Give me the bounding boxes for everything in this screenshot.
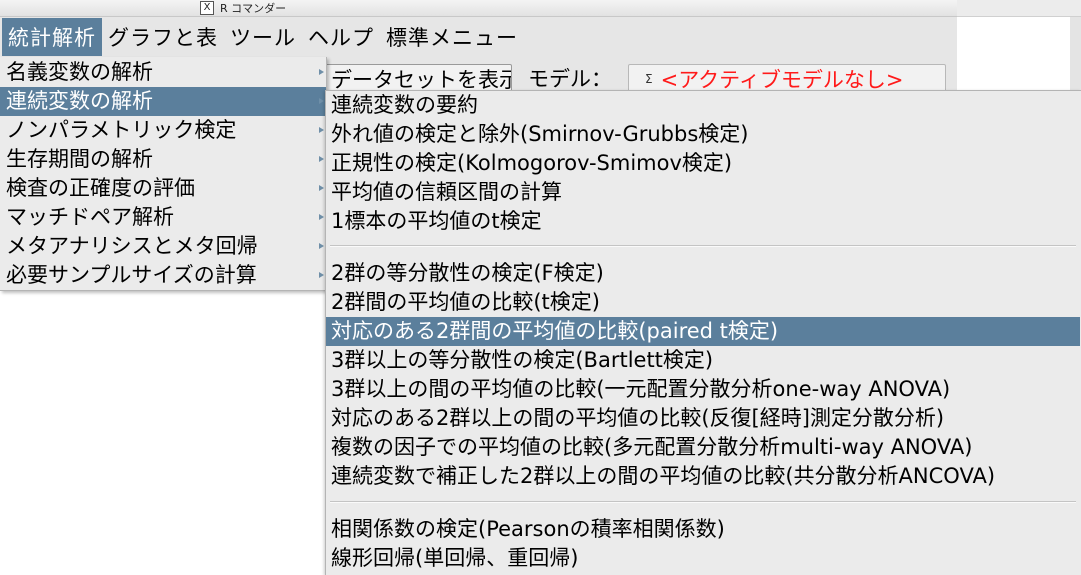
menu-tools[interactable]: ツール	[224, 18, 302, 56]
x-window-icon: X	[200, 1, 214, 15]
menu-item-label: 生存期間の解析	[6, 147, 153, 171]
submenu-item-one-way-anova[interactable]: 3群以上の間の平均値の比較(一元配置分散分析one-way ANOVA)	[326, 375, 1080, 404]
menu-help[interactable]: ヘルプ	[302, 18, 380, 56]
menu-item-label: ノンパラメトリック検定	[6, 118, 237, 142]
menu-item-label: 必要サンプルサイズの計算	[6, 263, 257, 287]
submenu-arrow-icon	[319, 185, 324, 191]
menu-item-sample-size[interactable]: 必要サンプルサイズの計算	[0, 261, 326, 290]
submenu-item-linear-regression[interactable]: 線形回帰(単回帰、重回帰)	[326, 544, 1080, 573]
menu-item-meta-analysis[interactable]: メタアナリシスとメタ回帰	[0, 232, 326, 261]
menu-statistics[interactable]: 統計解析	[2, 18, 102, 56]
submenu-item-f-test[interactable]: 2群の等分散性の検定(F検定)	[326, 259, 1080, 288]
menu-item-continuous-variables[interactable]: 連続変数の解析	[0, 87, 326, 116]
submenu-arrow-icon	[319, 214, 324, 220]
menu-item-matched-pair[interactable]: マッチドペア解析	[0, 203, 326, 232]
menu-item-label: メタアナリシスとメタ回帰	[6, 234, 258, 258]
submenu-arrow-icon	[319, 156, 324, 162]
menu-item-diagnostic-accuracy[interactable]: 検査の正確度の評価	[0, 174, 326, 203]
menu-standard[interactable]: 標準メニュー	[380, 18, 524, 56]
submenu-arrow-icon	[319, 98, 324, 104]
submenu-item-t-test[interactable]: 2群間の平均値の比較(t検定)	[326, 288, 1080, 317]
menu-separator	[330, 501, 1076, 503]
title-wrap: X R コマンダー	[200, 0, 286, 16]
submenu-item-bartlett-test[interactable]: 3群以上の等分散性の検定(Bartlett検定)	[326, 346, 1080, 375]
submenu-item-normality-test[interactable]: 正規性の検定(Kolmogorov-Smimov検定)	[326, 149, 1080, 178]
r-commander-window: X R コマンダー 統計解析 グラフと表 ツール ヘルプ 標準メニュー データセ…	[0, 0, 1081, 575]
submenu-item-paired-t-test[interactable]: 対応のある2群間の平均値の比較(paired t検定)	[326, 317, 1080, 346]
window-title: R コマンダー	[220, 2, 287, 15]
submenu-item-outlier-test[interactable]: 外れ値の検定と除外(Smirnov-Grubbs検定)	[326, 120, 1080, 149]
submenu-item-pearson-correlation[interactable]: 相関係数の検定(Pearsonの積率相関係数)	[326, 515, 1080, 544]
submenu-item-summary[interactable]: 連続変数の要約	[326, 91, 1080, 120]
submenu-item-one-sample-t[interactable]: 1標本の平均値のt検定	[326, 207, 1080, 236]
submenu-arrow-icon	[319, 243, 324, 249]
menu-graphs-tables[interactable]: グラフと表	[102, 18, 224, 56]
menu-item-nonparametric[interactable]: ノンパラメトリック検定	[0, 116, 326, 145]
submenu-arrow-icon	[319, 127, 324, 133]
background-window-strip	[957, 0, 1081, 17]
menu-bar: 統計解析 グラフと表 ツール ヘルプ 標準メニュー	[0, 17, 957, 57]
sigma-icon: Σ	[645, 72, 653, 86]
submenu-item-ancova[interactable]: 連続変数で補正した2群以上の間の平均値の比較(共分散分析ANCOVA)	[326, 462, 1080, 491]
submenu-arrow-icon	[319, 272, 324, 278]
submenu-item-repeated-measures[interactable]: 対応のある2群以上の間の平均値の比較(反復[経時]測定分散分析)	[326, 404, 1080, 433]
menu-item-label: マッチドペア解析	[6, 205, 174, 229]
submenu-item-confidence-interval[interactable]: 平均値の信頼区間の計算	[326, 178, 1080, 207]
menu-item-survival[interactable]: 生存期間の解析	[0, 145, 326, 174]
continuous-variables-submenu: 連続変数の要約 外れ値の検定と除外(Smirnov-Grubbs検定) 正規性の…	[325, 90, 1081, 575]
submenu-item-multi-way-anova[interactable]: 複数の因子での平均値の比較(多元配置分散分析multi-way ANOVA)	[326, 433, 1080, 462]
submenu-arrow-icon	[319, 69, 324, 75]
menu-item-label: 連続変数の解析	[6, 89, 153, 113]
title-bar: X R コマンダー	[0, 0, 957, 17]
menu-item-nominal-variables[interactable]: 名義変数の解析	[0, 58, 326, 87]
statistics-menu: 名義変数の解析 連続変数の解析 ノンパラメトリック検定 生存期間の解析 検査の正…	[0, 57, 327, 291]
menu-item-label: 名義変数の解析	[6, 60, 153, 84]
menu-separator	[330, 245, 1076, 247]
menu-item-label: 検査の正確度の評価	[6, 176, 195, 200]
